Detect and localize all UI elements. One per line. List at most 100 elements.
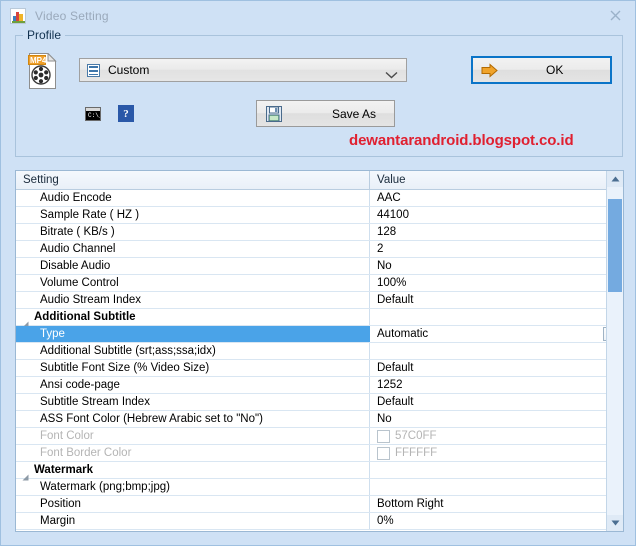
grid-row[interactable]: Subtitle Stream Index Default — [16, 394, 623, 411]
grid-cell-value[interactable]: 128 — [370, 224, 623, 240]
save-as-button[interactable]: Save As — [256, 100, 395, 127]
title-bar: Video Setting — [1, 1, 635, 30]
grid-cell-value[interactable]: 100% — [370, 275, 623, 291]
grid-cell-setting: Font Border Color — [16, 445, 370, 461]
grid-cell-value[interactable]: Bottom Right — [370, 496, 623, 512]
grid-cell-setting: Additional Subtitle — [16, 309, 370, 325]
grid-cell-value[interactable]: Default — [370, 292, 623, 308]
grid-header: Setting Value — [16, 171, 623, 190]
floppy-disk-icon — [266, 105, 282, 122]
grid-row[interactable]: Audio Stream Index Default — [16, 292, 623, 309]
profile-combobox-value: Custom — [108, 63, 150, 77]
grid-body: Audio Encode AAC Sample Rate ( HZ ) 44100 Bi… — [16, 190, 623, 530]
grid-row[interactable]: Font Border Color FFFFFF — [16, 445, 623, 462]
grid-cell-value[interactable]: FFFFFF — [370, 445, 623, 461]
scroll-down-arrow-icon[interactable] — [607, 515, 623, 531]
grid-cell-value[interactable] — [370, 343, 623, 359]
grid-cell-value-text: Default — [377, 396, 414, 408]
grid-cell-value-text: 1252 — [377, 379, 403, 391]
mp4-file-icon: MP4 — [28, 52, 58, 89]
grid-cell-setting: Type — [16, 326, 370, 342]
grid-cell-value[interactable] — [370, 479, 623, 495]
profile-group-label: Profile — [23, 28, 66, 42]
grid-cell-value[interactable] — [370, 309, 623, 325]
ok-label: OK — [546, 63, 564, 77]
grid-cell-setting: Bitrate ( KB/s ) — [16, 224, 370, 240]
grid-row[interactable]: Audio Channel 2 — [16, 241, 623, 258]
grid-cell-value-text: 128 — [377, 226, 397, 238]
grid-row[interactable]: Disable Audio No — [16, 258, 623, 275]
grid-cell-setting: Disable Audio — [16, 258, 370, 274]
color-swatch[interactable] — [377, 446, 390, 460]
grid-cell-value-text: No — [377, 260, 392, 272]
chevron-down-icon — [385, 66, 398, 84]
grid-row[interactable]: Audio Encode AAC — [16, 190, 623, 207]
column-header-value[interactable]: Value — [370, 171, 623, 189]
grid-cell-value[interactable]: 44100 — [370, 207, 623, 223]
grid-cell-setting: Sample Rate ( HZ ) — [16, 207, 370, 223]
command-prompt-icon[interactable]: C:\_ — [85, 107, 101, 121]
grid-cell-value[interactable]: No — [370, 258, 623, 274]
grid-row[interactable]: Ansi code-page 1252 — [16, 377, 623, 394]
grid-cell-value[interactable]: Default — [370, 360, 623, 376]
grid-cell-setting: Subtitle Stream Index — [16, 394, 370, 410]
grid-cell-value[interactable]: 0% — [370, 513, 623, 529]
scroll-up-arrow-icon[interactable] — [607, 171, 623, 187]
grid-cell-value-text: No — [377, 413, 392, 425]
grid-row[interactable]: Subtitle Font Size (% Video Size) Default — [16, 360, 623, 377]
grid-cell-value[interactable]: 2 — [370, 241, 623, 257]
film-strip-icon — [87, 63, 100, 77]
grid-row[interactable]: Position Bottom Right — [16, 496, 623, 513]
grid-cell-value[interactable]: No — [370, 411, 623, 427]
grid-cell-value-text: Automatic — [377, 328, 429, 340]
grid-cell-setting: Volume Control — [16, 275, 370, 291]
help-button[interactable]: ? — [118, 105, 134, 122]
grid-row[interactable]: Margin 0% — [16, 513, 623, 530]
grid-cell-setting: Font Color — [16, 428, 370, 444]
picture-icon — [10, 7, 26, 24]
grid-cell-value-text: 2 — [377, 243, 384, 255]
grid-cell-value-text: 0% — [377, 515, 394, 527]
grid-cell-setting: Audio Stream Index — [16, 292, 370, 308]
grid-row[interactable]: Additional Subtitle (srt;ass;ssa;idx) — [16, 343, 623, 360]
grid-cell-value[interactable]: 57C0FF — [370, 428, 623, 444]
grid-cell-value[interactable]: Automatic — [370, 326, 623, 342]
grid-cell-setting: Ansi code-page — [16, 377, 370, 393]
grid-cell-value[interactable]: AAC — [370, 190, 623, 206]
ok-button[interactable]: OK — [471, 56, 612, 84]
grid-group-row[interactable]: Watermark — [16, 462, 623, 481]
save-as-label: Save As — [332, 106, 377, 121]
grid-cell-setting: ASS Font Color (Hebrew Arabic set to "No… — [16, 411, 370, 427]
grid-cell-value-text: AAC — [377, 192, 401, 204]
grid-cell-setting: Watermark — [16, 462, 370, 478]
grid-row[interactable]: Font Color 57C0FF — [16, 428, 623, 445]
grid-row[interactable]: Watermark (png;bmp;jpg) — [16, 479, 623, 496]
svg-text:MP4: MP4 — [30, 56, 47, 65]
grid-cell-value[interactable]: 1252 — [370, 377, 623, 393]
profile-combobox[interactable]: Custom — [79, 58, 407, 82]
grid-group-row[interactable]: Additional Subtitle — [16, 309, 623, 328]
grid-row[interactable]: Sample Rate ( HZ ) 44100 — [16, 207, 623, 224]
grid-row[interactable]: Type Automatic — [16, 326, 623, 343]
grid-cell-setting: Watermark (png;bmp;jpg) — [16, 479, 370, 495]
grid-cell-setting: Subtitle Font Size (% Video Size) — [16, 360, 370, 376]
grid-cell-value-text: 57C0FF — [395, 430, 437, 442]
color-swatch[interactable] — [377, 429, 390, 443]
grid-row[interactable]: ASS Font Color (Hebrew Arabic set to "No… — [16, 411, 623, 428]
grid-row[interactable]: Bitrate ( KB/s ) 128 — [16, 224, 623, 241]
grid-cell-value[interactable]: Default — [370, 394, 623, 410]
scrollbar-thumb[interactable] — [608, 199, 622, 292]
grid-cell-setting: Audio Channel — [16, 241, 370, 257]
grid-cell-setting: Position — [16, 496, 370, 512]
grid-cell-setting: Additional Subtitle (srt;ass;ssa;idx) — [16, 343, 370, 359]
grid-vertical-scrollbar[interactable] — [606, 171, 623, 531]
grid-cell-value-text: Bottom Right — [377, 498, 444, 510]
orange-arrow-icon — [481, 62, 498, 78]
close-icon[interactable] — [593, 1, 635, 30]
grid-cell-value-text: Default — [377, 294, 414, 306]
grid-row[interactable]: Volume Control 100% — [16, 275, 623, 292]
grid-cell-value[interactable] — [370, 462, 623, 478]
column-header-setting[interactable]: Setting — [16, 171, 370, 189]
watermark-text: dewantarandroid.blogspot.co.id — [349, 132, 574, 149]
grid-cell-setting: Margin — [16, 513, 370, 529]
